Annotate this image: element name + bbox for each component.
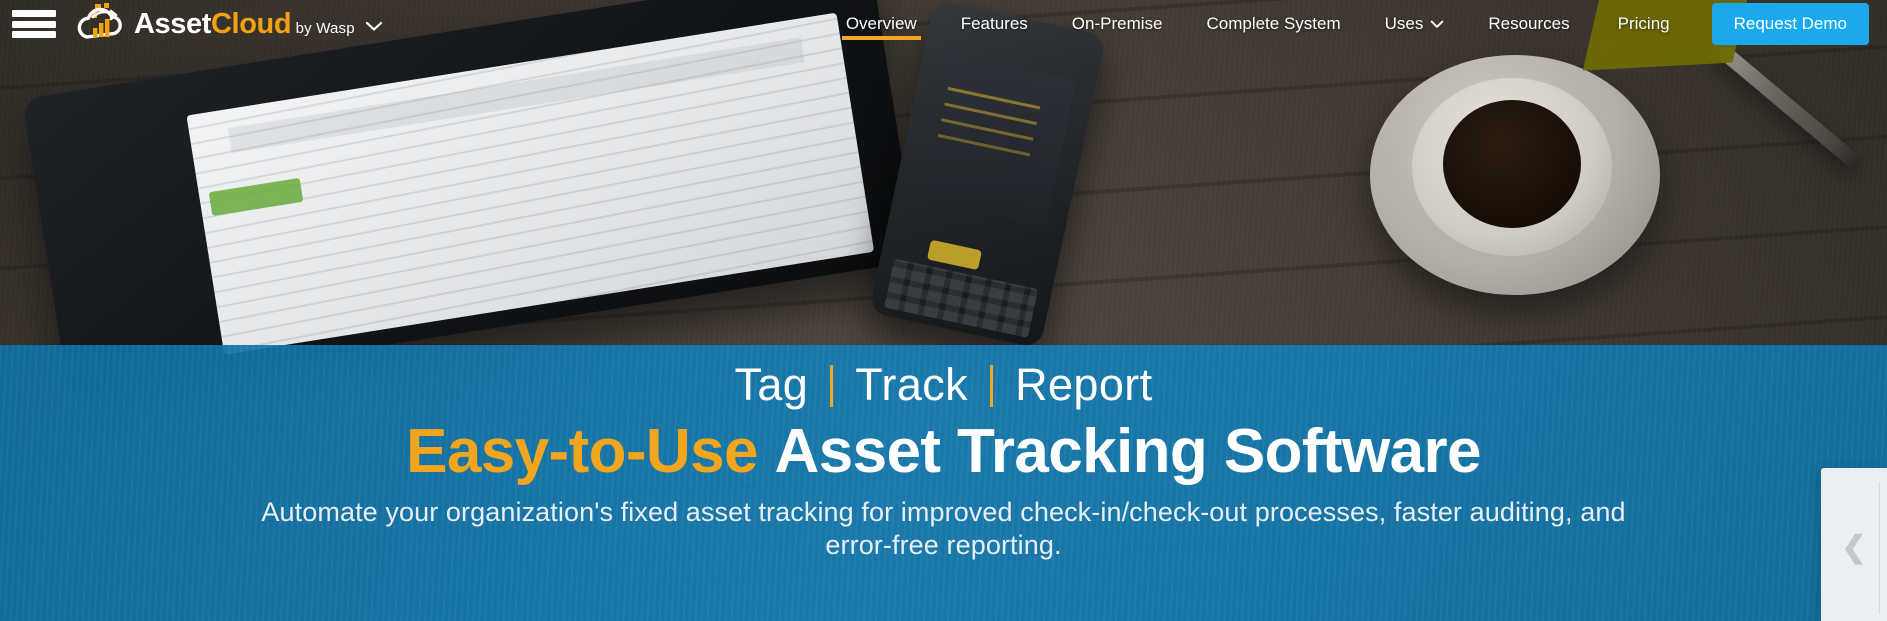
- brand-title: AssetCloud: [134, 7, 292, 40]
- hamburger-bar-1: [12, 10, 56, 17]
- nav-item-resources[interactable]: Resources: [1466, 0, 1591, 48]
- nav-label-uses: Uses: [1384, 14, 1424, 33]
- nav-label-overview: Overview: [845, 14, 917, 33]
- photo-barcode-scanner: [868, 0, 1107, 349]
- hero-tagline-tag: Tag: [734, 359, 809, 410]
- primary-nav-links: Overview Features On-Premise Complete Sy…: [824, 0, 1887, 48]
- tagline-separator-1: [830, 365, 834, 407]
- hero-headline: Easy-to-Use Asset Tracking Software: [0, 417, 1887, 487]
- hero-content: Tag Track Report Easy-to-Use Asset Trackin…: [0, 345, 1887, 562]
- hero-headline-accent: Easy-to-Use: [406, 417, 758, 487]
- brand-name-cloud: Cloud: [211, 7, 292, 40]
- hero-subheadline: Automate your organization's fixed asset…: [261, 497, 1626, 561]
- chevron-down-icon: [1430, 17, 1444, 32]
- chevron-left-icon: ❮: [1841, 531, 1867, 564]
- hamburger-bar-3: [12, 31, 56, 38]
- brand-tagline: by Wasp: [295, 19, 355, 37]
- nav-label-complete-system: Complete System: [1206, 14, 1341, 33]
- cloud-bar-chart-icon: [74, 2, 128, 46]
- nav-item-complete-system[interactable]: Complete System: [1184, 0, 1362, 48]
- brand-logo-link[interactable]: AssetCloud by Wasp: [74, 2, 383, 46]
- photo-coffee-liquid: [1443, 100, 1581, 228]
- brand-name-asset: Asset: [134, 7, 211, 40]
- nav-item-features[interactable]: Features: [939, 0, 1050, 48]
- photo-scanner-screen: [913, 52, 1077, 228]
- nav-item-uses[interactable]: Uses: [1363, 0, 1467, 48]
- hero-tagline: Tag Track Report: [0, 359, 1887, 411]
- page-root: AssetCloud by Wasp Overview Features On-…: [0, 0, 1887, 621]
- hero-headline-rest: Asset Tracking Software: [774, 417, 1482, 487]
- nav-label-on-premise: On-Premise: [1071, 14, 1163, 33]
- hero-tagline-track: Track: [855, 359, 969, 410]
- slideout-panel-toggle[interactable]: ❮: [1821, 468, 1887, 621]
- hero-section: Tag Track Report Easy-to-Use Asset Trackin…: [0, 345, 1887, 621]
- photo-tablet: [21, 0, 919, 396]
- tagline-separator-2: [990, 365, 994, 407]
- hamburger-menu-icon[interactable]: [12, 8, 56, 40]
- photo-pen: [1716, 43, 1864, 172]
- nav-item-overview[interactable]: Overview: [824, 0, 939, 48]
- request-demo-button[interactable]: Request Demo: [1711, 3, 1869, 45]
- nav-item-pricing[interactable]: Pricing: [1592, 0, 1700, 48]
- nav-item-on-premise[interactable]: On-Premise: [1050, 0, 1185, 48]
- photo-scanner-scan-key: [926, 239, 982, 271]
- brand-text: AssetCloud by Wasp: [134, 7, 355, 40]
- slideout-panel-rail: [1879, 482, 1880, 614]
- hamburger-bar-2: [12, 20, 56, 28]
- top-navigation-bar: AssetCloud by Wasp Overview Features On-…: [0, 0, 1887, 48]
- nav-label-resources: Resources: [1488, 14, 1570, 33]
- nav-label-features: Features: [960, 14, 1028, 33]
- hero-headline-space: [758, 417, 775, 486]
- chevron-down-icon[interactable]: [365, 17, 383, 35]
- photo-scanner-keypad: [884, 258, 1039, 338]
- nav-label-pricing: Pricing: [1617, 14, 1670, 33]
- hero-tagline-report: Report: [1015, 359, 1153, 410]
